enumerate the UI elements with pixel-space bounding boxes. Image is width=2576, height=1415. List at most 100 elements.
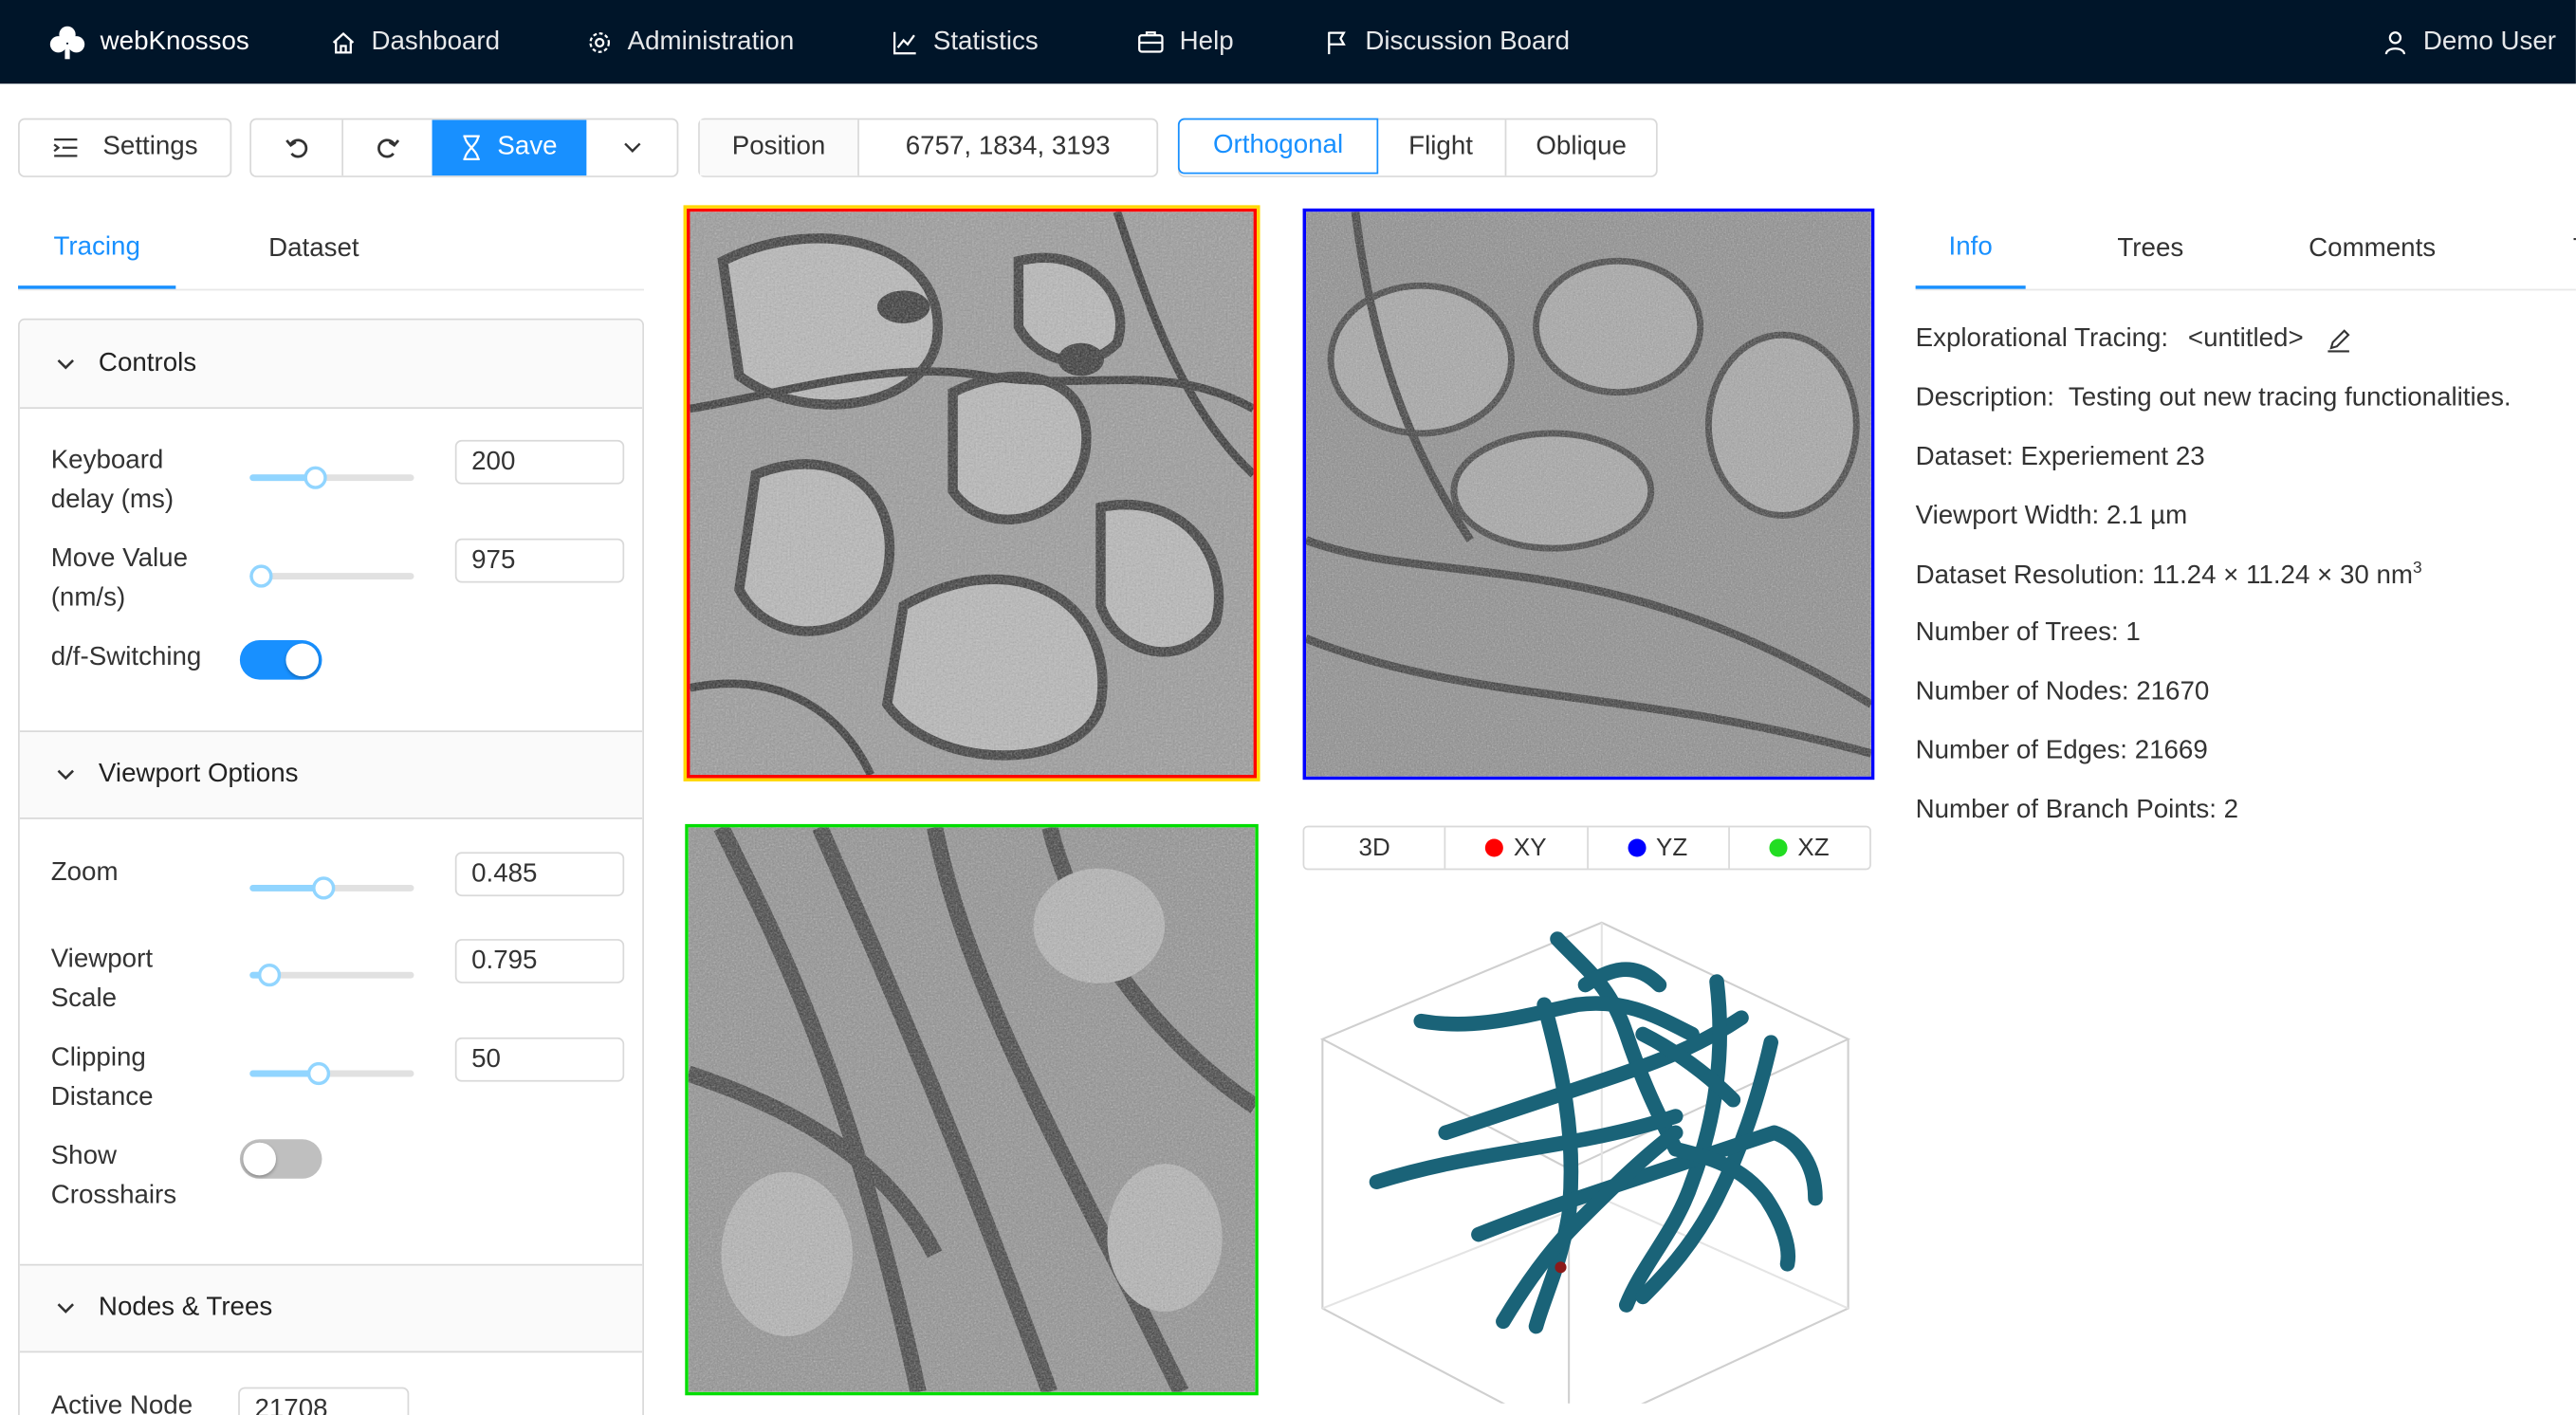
viewport-tab-3d-label: 3D bbox=[1358, 834, 1390, 862]
nav-statistics[interactable]: Statistics bbox=[892, 0, 1039, 83]
toggle-knob bbox=[285, 643, 320, 677]
dataset-text: Dataset: Experiement 23 bbox=[1915, 443, 2205, 471]
show-crosshairs-label: Show Crosshairs bbox=[51, 1138, 176, 1217]
slider-handle[interactable] bbox=[312, 876, 336, 900]
df-switching-toggle[interactable] bbox=[239, 640, 322, 680]
view-mode-orthogonal[interactable]: Orthogonal bbox=[1177, 118, 1379, 175]
tracing-type-label: Explorational Tracing: bbox=[1915, 324, 2169, 354]
move-value-slider[interactable] bbox=[249, 564, 414, 588]
user-menu[interactable]: Demo User bbox=[2383, 0, 2556, 83]
viewport-scale-input[interactable]: 0.795 bbox=[454, 939, 625, 983]
user-icon bbox=[2384, 30, 2406, 54]
chevron-down-icon bbox=[623, 142, 640, 153]
brand-logo[interactable]: webKnossos bbox=[49, 0, 249, 83]
slider-handle[interactable] bbox=[249, 564, 273, 588]
show-crosshairs-toggle[interactable] bbox=[239, 1139, 322, 1179]
viewport-tab-yz[interactable]: YZ bbox=[1586, 827, 1727, 869]
save-label: Save bbox=[497, 133, 558, 161]
em-image-yz bbox=[1306, 211, 1871, 777]
zoom-input[interactable]: 0.485 bbox=[454, 852, 625, 897]
viewport-xy-frame bbox=[687, 208, 1258, 779]
nav-dashboard[interactable]: Dashboard bbox=[330, 0, 500, 83]
position-group: Position 6757, 1834, 3193 bbox=[698, 118, 1159, 177]
save-dropdown-button[interactable] bbox=[586, 119, 676, 175]
zoom-slider[interactable] bbox=[249, 876, 414, 900]
tab-dataset[interactable]: Dataset bbox=[175, 211, 451, 289]
top-navigation: webKnossos Dashboard Administration Stat… bbox=[0, 0, 2576, 84]
tab-tracing[interactable]: Tracing bbox=[18, 211, 176, 289]
view-mode-orthogonal-label: Orthogonal bbox=[1212, 131, 1344, 159]
clipping-distance-input[interactable]: 50 bbox=[454, 1037, 625, 1082]
tab-dataset-label: Dataset bbox=[268, 234, 359, 263]
nav-help[interactable]: Help bbox=[1137, 0, 1234, 83]
edit-icon[interactable] bbox=[2327, 327, 2351, 352]
tab-comments-label: Comments bbox=[2309, 234, 2437, 263]
settings-label: Settings bbox=[102, 133, 198, 161]
nodes-trees-title: Nodes & Trees bbox=[98, 1293, 273, 1322]
keyboard-delay-input[interactable]: 200 bbox=[454, 439, 625, 485]
clipping-distance-label-line1: Clipping bbox=[50, 1043, 146, 1073]
slider-handle[interactable] bbox=[257, 964, 282, 987]
controls-section-header[interactable]: Controls bbox=[19, 320, 643, 409]
viewport-scale-label-line2: Scale bbox=[50, 984, 118, 1013]
red-dot-icon bbox=[1485, 838, 1504, 857]
viewport-options-section-header[interactable]: Viewport Options bbox=[19, 730, 643, 819]
show-crosshairs-label-line2: Crosshairs bbox=[50, 1182, 177, 1210]
keyboard-delay-label-line2: delay (ms) bbox=[50, 486, 175, 514]
redo-button[interactable] bbox=[341, 119, 432, 176]
view-mode-flight[interactable]: Flight bbox=[1376, 119, 1504, 175]
position-input[interactable]: 6757, 1834, 3193 bbox=[857, 119, 1156, 176]
viewport-yz[interactable] bbox=[1302, 208, 1875, 781]
tab-truncated[interactable]: T bbox=[2469, 211, 2576, 289]
nodes-trees-section-header[interactable]: Nodes & Trees bbox=[19, 1263, 643, 1353]
em-image-xz bbox=[688, 827, 1256, 1392]
settings-button-inner: Settings bbox=[20, 119, 230, 175]
tracing-name: <untitled> bbox=[2187, 324, 2304, 354]
save-button[interactable]: Save bbox=[432, 119, 587, 176]
nav-help-label: Help bbox=[1179, 27, 1234, 55]
viewport-xz[interactable] bbox=[685, 823, 1259, 1396]
green-dot-icon bbox=[1769, 838, 1789, 857]
dataset-resolution: Dataset Resolution: 11.24 × 11.24 × 30 n… bbox=[1916, 560, 2422, 591]
tab-info[interactable]: Info bbox=[1915, 211, 2026, 289]
nav-discussion-board[interactable]: Discussion Board bbox=[1324, 0, 1570, 83]
undo-button[interactable] bbox=[251, 119, 341, 175]
move-value-label: Move Value (nm/s) bbox=[51, 540, 188, 618]
right-tabs: Info Trees Comments T bbox=[1915, 211, 2576, 291]
viewport-tab-3d[interactable]: 3D bbox=[1304, 827, 1444, 868]
settings-button[interactable]: Settings bbox=[18, 118, 232, 177]
tab-truncated-label: T bbox=[2573, 235, 2576, 265]
active-node-input[interactable]: 21708 bbox=[238, 1387, 410, 1415]
line-chart-icon bbox=[893, 30, 916, 54]
viewport-tab-xy-label: XY bbox=[1513, 834, 1547, 862]
clipping-distance-slider[interactable] bbox=[249, 1061, 414, 1086]
tab-tracing-label: Tracing bbox=[53, 232, 140, 262]
position-label: Position bbox=[731, 133, 826, 161]
viewport-scale-slider[interactable] bbox=[249, 964, 414, 987]
position-value: 6757, 1834, 3193 bbox=[905, 133, 1111, 161]
move-value-input[interactable]: 975 bbox=[454, 538, 625, 583]
brand-name: webKnossos bbox=[100, 27, 249, 55]
viewport-xy[interactable] bbox=[683, 205, 1260, 781]
slider-handle[interactable] bbox=[304, 466, 327, 489]
view-mode-oblique[interactable]: Oblique bbox=[1504, 119, 1656, 176]
active-node-marker bbox=[1555, 1261, 1567, 1274]
slider-handle[interactable] bbox=[306, 1061, 331, 1086]
tracing-info: Explorational Tracing: <untitled> bbox=[1916, 325, 2351, 355]
chevron-down-icon bbox=[57, 1303, 74, 1314]
tab-trees[interactable]: Trees bbox=[2026, 211, 2275, 289]
toggle-knob bbox=[243, 1142, 276, 1176]
redo-icon bbox=[377, 138, 400, 158]
viewport-scale-label: Viewport Scale bbox=[51, 941, 153, 1020]
keyboard-delay-slider[interactable] bbox=[249, 466, 414, 489]
bounding-box bbox=[1319, 921, 1851, 1404]
nav-administration[interactable]: Administration bbox=[586, 0, 794, 83]
tab-comments[interactable]: Comments bbox=[2275, 211, 2469, 289]
viewport-3d[interactable] bbox=[1303, 878, 1871, 1404]
menu-fold-icon bbox=[52, 138, 77, 157]
viewport-tab-xy[interactable]: XY bbox=[1444, 827, 1586, 869]
left-tabs: Tracing Dataset bbox=[18, 211, 644, 291]
viewport-tab-xz[interactable]: XZ bbox=[1727, 827, 1869, 869]
viewport-options-title: Viewport Options bbox=[98, 760, 299, 788]
user-name: Demo User bbox=[2422, 27, 2556, 55]
